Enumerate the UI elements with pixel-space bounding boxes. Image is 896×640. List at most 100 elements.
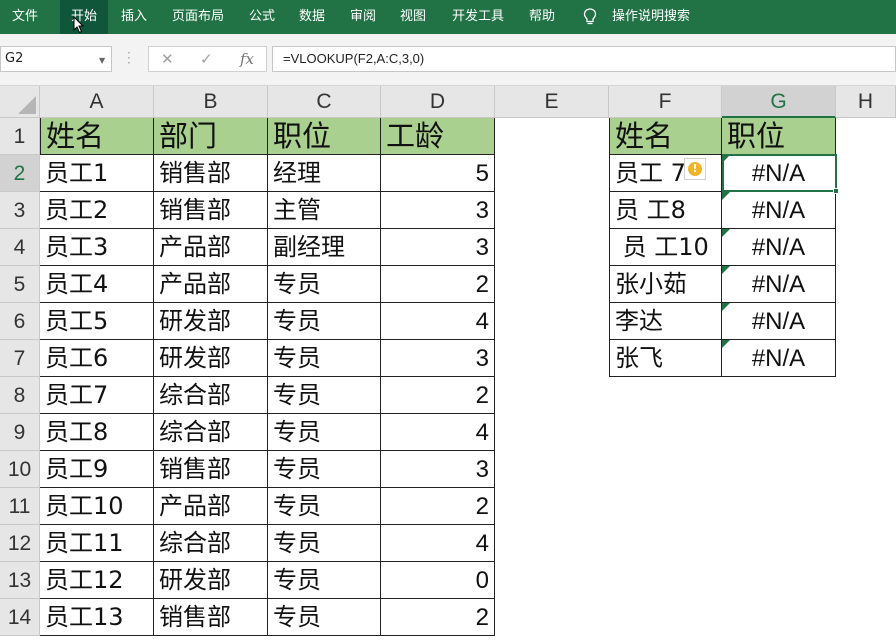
- row-header-11[interactable]: 11: [0, 488, 40, 525]
- table-cell[interactable]: 2: [381, 377, 495, 414]
- table-cell[interactable]: 销售部: [154, 599, 268, 636]
- table-cell[interactable]: 2: [381, 488, 495, 525]
- table-cell[interactable]: 员工6: [40, 340, 154, 377]
- table-cell[interactable]: 3: [381, 192, 495, 229]
- table-cell[interactable]: 专员: [268, 414, 381, 451]
- table-header-cell[interactable]: 姓名: [40, 118, 154, 155]
- column-header-e[interactable]: E: [495, 86, 609, 118]
- tab-insert[interactable]: 插入: [112, 0, 156, 34]
- table-cell[interactable]: 员工13: [40, 599, 154, 636]
- table-cell[interactable]: 专员: [268, 488, 381, 525]
- table-cell[interactable]: 主管: [268, 192, 381, 229]
- table-cell[interactable]: 2: [381, 266, 495, 303]
- row-header-3[interactable]: 3: [0, 192, 40, 229]
- chevron-down-icon[interactable]: ▼: [99, 56, 105, 65]
- select-all-corner[interactable]: [0, 86, 40, 118]
- table-cell[interactable]: 4: [381, 303, 495, 340]
- worksheet-grid[interactable]: A B C D E F G H 1 2 3 4 5 6 7 8 9 10 11 12 13 14 姓名 部门 职位 工龄 员工1 销售…: [0, 86, 896, 640]
- table-cell[interactable]: 副经理: [268, 229, 381, 266]
- row-header-1[interactable]: 1: [0, 118, 40, 155]
- lookup-header-cell[interactable]: 职位: [722, 118, 836, 155]
- table-cell[interactable]: 3: [381, 340, 495, 377]
- tab-file[interactable]: 文件: [0, 0, 50, 34]
- tab-review[interactable]: 审阅: [341, 0, 385, 34]
- tab-developer[interactable]: 开发工具: [444, 0, 512, 34]
- table-cell[interactable]: 5: [381, 155, 495, 192]
- row-header-13[interactable]: 13: [0, 562, 40, 599]
- table-cell[interactable]: 员工12: [40, 562, 154, 599]
- row-header-8[interactable]: 8: [0, 377, 40, 414]
- column-header-d[interactable]: D: [381, 86, 495, 118]
- tab-data[interactable]: 数据: [290, 0, 334, 34]
- enter-check-icon[interactable]: ✓: [200, 47, 213, 71]
- column-header-c[interactable]: C: [268, 86, 381, 118]
- cancel-icon[interactable]: ✕: [161, 47, 174, 71]
- tab-help[interactable]: 帮助: [520, 0, 564, 34]
- table-cell[interactable]: 专员: [268, 303, 381, 340]
- table-cell[interactable]: 专员: [268, 377, 381, 414]
- table-cell[interactable]: 销售部: [154, 451, 268, 488]
- column-header-g[interactable]: G: [722, 86, 836, 118]
- lookup-result-cell[interactable]: #N/A: [722, 303, 836, 340]
- table-cell[interactable]: 产品部: [154, 488, 268, 525]
- table-cell[interactable]: 专员: [268, 340, 381, 377]
- row-header-6[interactable]: 6: [0, 303, 40, 340]
- table-cell[interactable]: 销售部: [154, 192, 268, 229]
- lightbulb-icon[interactable]: [583, 8, 597, 26]
- row-header-9[interactable]: 9: [0, 414, 40, 451]
- table-cell[interactable]: 4: [381, 525, 495, 562]
- row-header-10[interactable]: 10: [0, 451, 40, 488]
- name-box[interactable]: G2: [0, 46, 112, 72]
- table-cell[interactable]: 员工3: [40, 229, 154, 266]
- formula-input[interactable]: =VLOOKUP(F2,A:C,3,0): [272, 46, 896, 72]
- row-header-4[interactable]: 4: [0, 229, 40, 266]
- table-cell[interactable]: 员工5: [40, 303, 154, 340]
- row-header-14[interactable]: 14: [0, 599, 40, 636]
- table-cell[interactable]: 员工1: [40, 155, 154, 192]
- lookup-result-cell[interactable]: #N/A: [722, 155, 836, 192]
- table-cell[interactable]: 专员: [268, 451, 381, 488]
- table-cell[interactable]: 研发部: [154, 340, 268, 377]
- row-header-7[interactable]: 7: [0, 340, 40, 377]
- lookup-name-cell[interactable]: 张小茹: [609, 266, 722, 303]
- error-warning-icon[interactable]: !: [684, 158, 706, 180]
- resize-handle-icon[interactable]: · · ·: [127, 47, 131, 69]
- table-cell[interactable]: 员工7: [40, 377, 154, 414]
- table-cell[interactable]: 3: [381, 229, 495, 266]
- table-cell[interactable]: 员工8: [40, 414, 154, 451]
- lookup-name-cell[interactable]: 张飞: [609, 340, 722, 377]
- tab-page-layout[interactable]: 页面布局: [165, 0, 231, 34]
- row-header-5[interactable]: 5: [0, 266, 40, 303]
- table-cell[interactable]: 2: [381, 599, 495, 636]
- table-cell[interactable]: 员工9: [40, 451, 154, 488]
- table-cell[interactable]: 综合部: [154, 377, 268, 414]
- table-cell[interactable]: 产品部: [154, 266, 268, 303]
- lookup-name-cell[interactable]: 员 工8: [609, 192, 722, 229]
- table-cell[interactable]: 经理: [268, 155, 381, 192]
- table-cell[interactable]: 员工11: [40, 525, 154, 562]
- table-cell[interactable]: 销售部: [154, 155, 268, 192]
- column-header-b[interactable]: B: [154, 86, 268, 118]
- table-cell[interactable]: 综合部: [154, 414, 268, 451]
- insert-function-icon[interactable]: fx: [240, 47, 254, 71]
- table-cell[interactable]: 研发部: [154, 562, 268, 599]
- column-header-a[interactable]: A: [40, 86, 154, 118]
- lookup-header-cell[interactable]: 姓名: [609, 118, 722, 155]
- tell-me-search[interactable]: 操作说明搜索: [612, 0, 712, 34]
- table-cell[interactable]: 专员: [268, 599, 381, 636]
- table-header-cell[interactable]: 工龄: [381, 118, 495, 155]
- table-cell[interactable]: 产品部: [154, 229, 268, 266]
- table-cell[interactable]: 专员: [268, 562, 381, 599]
- table-cell[interactable]: 3: [381, 451, 495, 488]
- table-cell[interactable]: 员工4: [40, 266, 154, 303]
- row-header-2[interactable]: 2: [0, 155, 40, 192]
- lookup-name-cell[interactable]: 员 工10: [609, 229, 722, 266]
- table-header-cell[interactable]: 部门: [154, 118, 268, 155]
- lookup-result-cell[interactable]: #N/A: [722, 266, 836, 303]
- fill-handle[interactable]: [833, 188, 839, 194]
- column-header-f[interactable]: F: [609, 86, 722, 118]
- tab-view[interactable]: 视图: [391, 0, 435, 34]
- table-cell[interactable]: 员工10: [40, 488, 154, 525]
- table-cell[interactable]: 员工2: [40, 192, 154, 229]
- lookup-result-cell[interactable]: #N/A: [722, 229, 836, 266]
